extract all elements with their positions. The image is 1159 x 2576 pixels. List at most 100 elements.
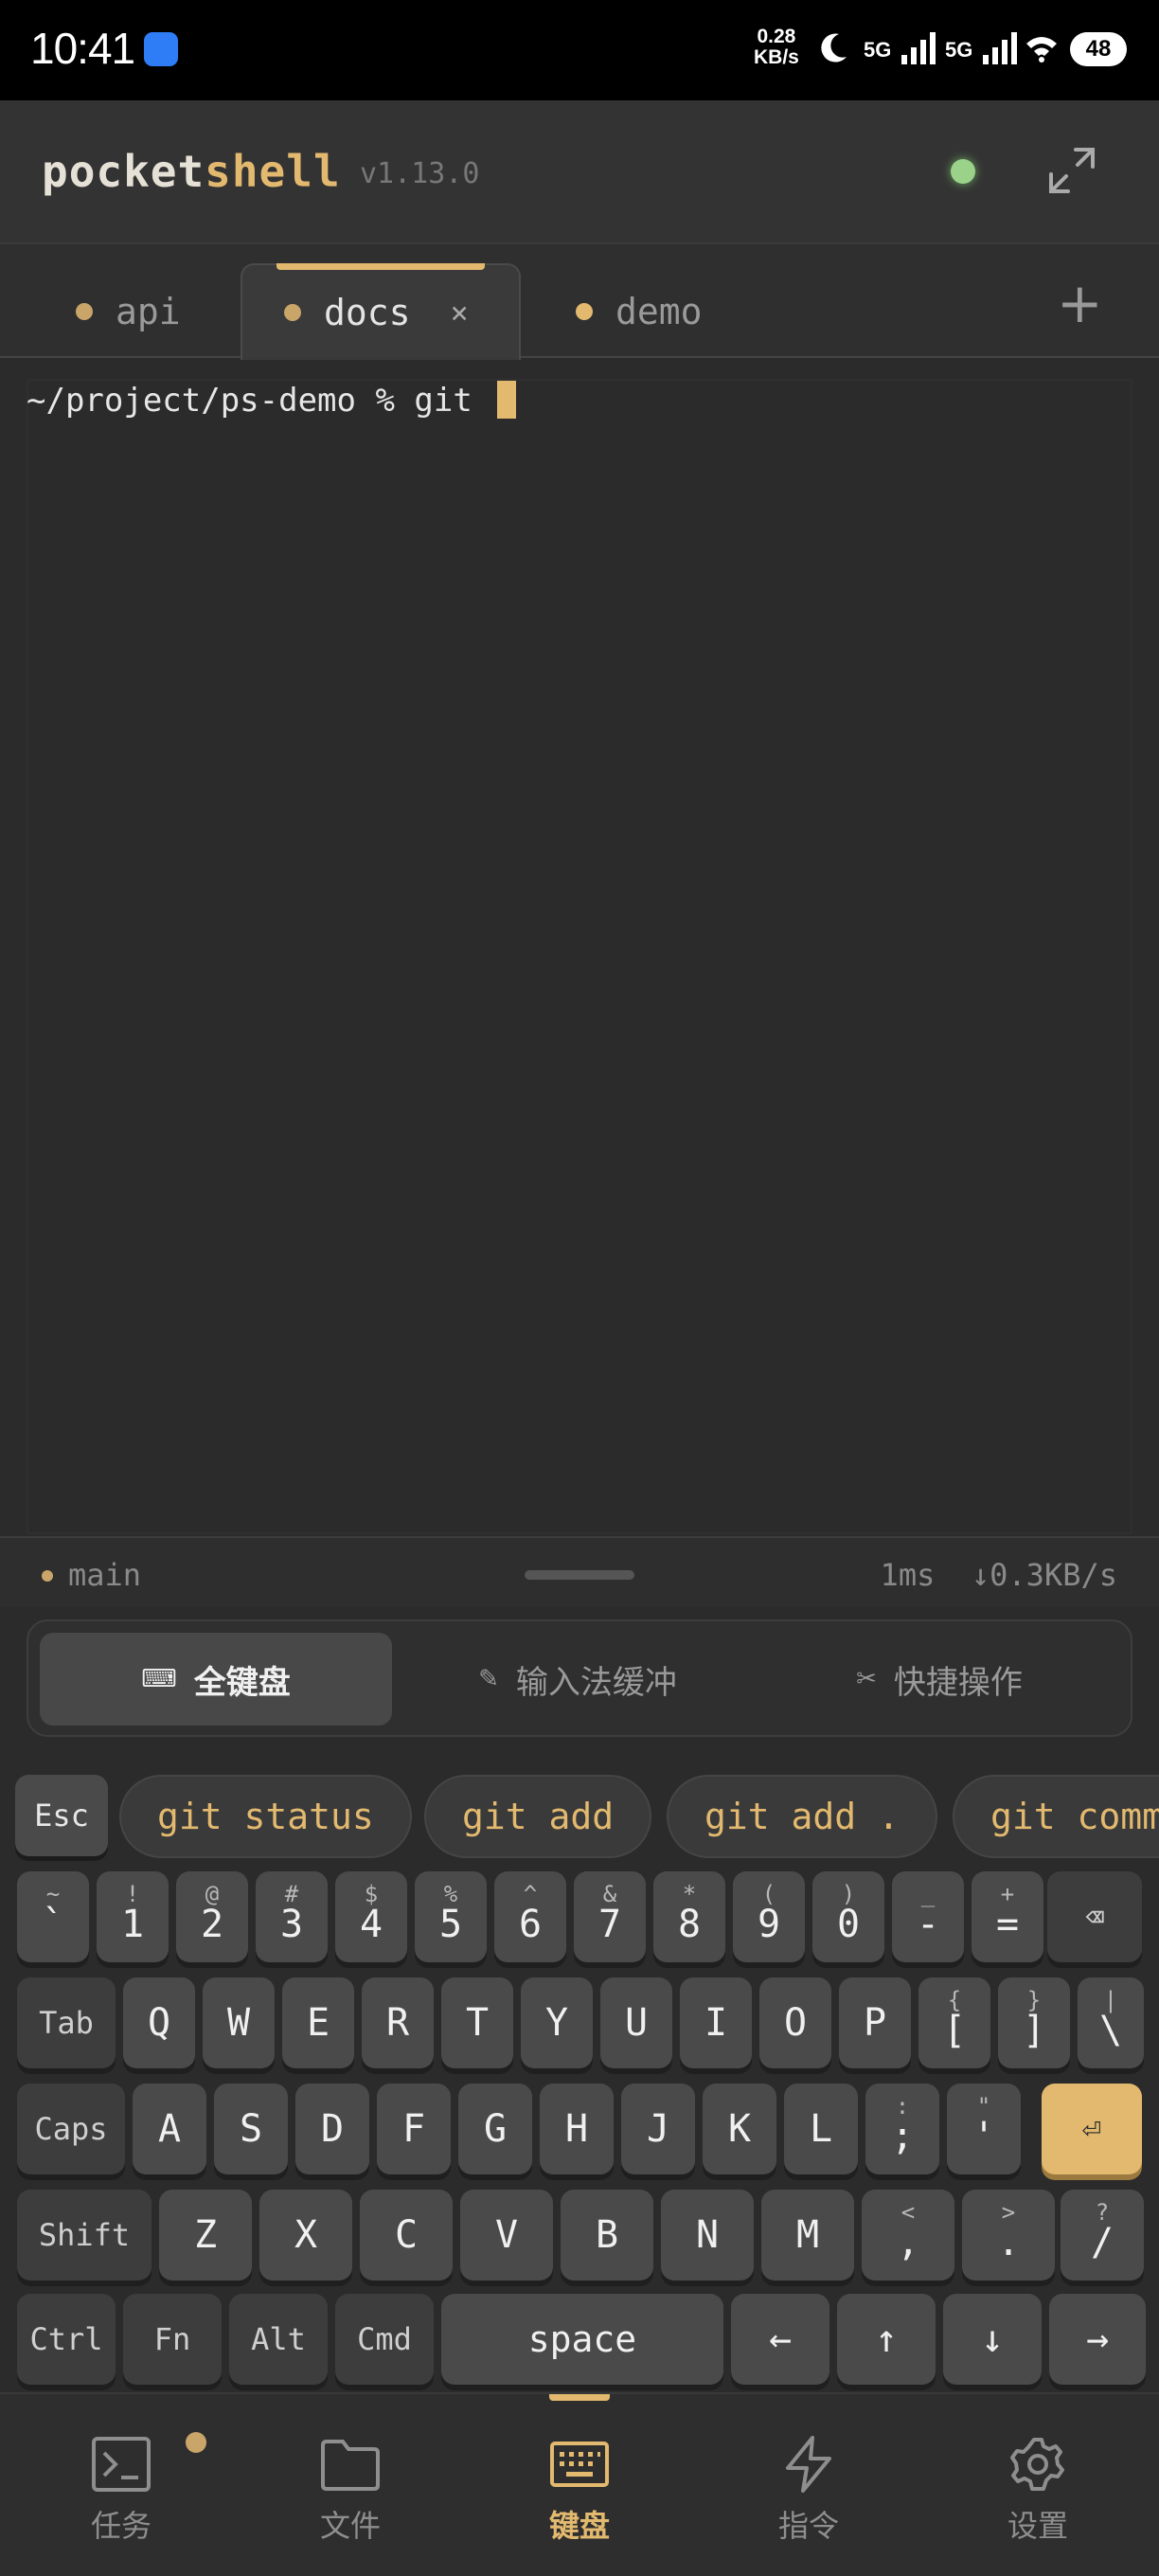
- key-w[interactable]: W: [203, 1977, 275, 2068]
- key-quote[interactable]: " ': [947, 2084, 1021, 2174]
- key-k[interactable]: K: [703, 2084, 776, 2174]
- key-label: -: [916, 1903, 940, 1946]
- key-label: S: [239, 2107, 263, 2151]
- key-label: I: [704, 2001, 728, 2045]
- key-0[interactable]: ) 0: [812, 1871, 884, 1962]
- key-label: Z: [193, 2213, 218, 2257]
- bottom-navigation: 任务 文件 键盘 指令 设置: [0, 2392, 1159, 2576]
- expand-icon[interactable]: [1045, 144, 1098, 197]
- mode-full-keyboard[interactable]: ⌨ 全键盘: [40, 1633, 392, 1726]
- key-v[interactable]: V: [460, 2190, 553, 2281]
- key-c[interactable]: C: [360, 2190, 453, 2281]
- key-backslash[interactable]: | \: [1078, 1977, 1144, 2068]
- key-9[interactable]: (9: [733, 1871, 805, 1962]
- key-o[interactable]: O: [759, 1977, 831, 2068]
- add-tab-button[interactable]: +: [1057, 271, 1103, 335]
- nav-keyboard[interactable]: 键盘: [464, 2394, 695, 2576]
- key-tab[interactable]: Tab: [17, 1977, 116, 2068]
- key-alt[interactable]: Alt: [229, 2294, 328, 2385]
- key-label: 3: [279, 1903, 304, 1946]
- scissors-icon: ✂: [856, 1665, 877, 1693]
- quick-command-chip[interactable]: git comm: [953, 1775, 1159, 1858]
- key-z[interactable]: Z: [159, 2190, 252, 2281]
- key-j[interactable]: J: [621, 2084, 695, 2174]
- key-3[interactable]: #3: [256, 1871, 328, 1962]
- key-8[interactable]: * 8: [653, 1871, 725, 1962]
- key-caps[interactable]: Caps: [17, 2084, 125, 2174]
- quick-command-chip[interactable]: git add .: [667, 1775, 937, 1858]
- key-backspace[interactable]: ⌫: [1047, 1871, 1142, 1962]
- key-backtick[interactable]: ~ `: [17, 1871, 89, 1962]
- key-bracket-right[interactable]: }]: [998, 1977, 1070, 2068]
- key-slash[interactable]: ? /: [1061, 2190, 1144, 2281]
- tab-api[interactable]: api: [45, 263, 216, 360]
- key-semicolon[interactable]: :;: [865, 2084, 939, 2174]
- session-tabs: api docs × demo +: [0, 242, 1159, 360]
- quick-command-chip[interactable]: git add: [424, 1775, 652, 1858]
- key-h[interactable]: H: [540, 2084, 614, 2174]
- key-l[interactable]: L: [784, 2084, 858, 2174]
- resize-handle[interactable]: [525, 1570, 634, 1580]
- tab-docs[interactable]: docs ×: [241, 263, 521, 360]
- key-arrow-right[interactable]: →: [1049, 2294, 1146, 2385]
- key-a[interactable]: A: [133, 2084, 206, 2174]
- key-d[interactable]: D: [295, 2084, 369, 2174]
- quick-command-chip[interactable]: git status: [119, 1775, 412, 1858]
- key-arrow-left[interactable]: ←: [731, 2294, 829, 2385]
- nav-settings[interactable]: 设置: [922, 2394, 1153, 2576]
- key-b[interactable]: B: [561, 2190, 653, 2281]
- tab-demo[interactable]: demo: [549, 263, 758, 360]
- key-enter[interactable]: ⏎: [1042, 2084, 1142, 2174]
- terminal-output[interactable]: ~/project/ps-demo % git: [0, 360, 1159, 1534]
- key-ctrl[interactable]: Ctrl: [17, 2294, 116, 2385]
- key-u[interactable]: U: [600, 1977, 672, 2068]
- key-label: V: [494, 2213, 519, 2257]
- mode-quick-actions[interactable]: ✂ 快捷操作: [763, 1633, 1115, 1726]
- app-version: v1.13.0: [360, 157, 480, 190]
- key-e[interactable]: E: [282, 1977, 354, 2068]
- key-shift[interactable]: Shift: [17, 2190, 152, 2281]
- key-s[interactable]: S: [214, 2084, 288, 2174]
- key-label: →: [1085, 2317, 1110, 2361]
- key-y[interactable]: Y: [521, 1977, 593, 2068]
- key-r[interactable]: R: [362, 1977, 434, 2068]
- notification-badge: [186, 2432, 206, 2453]
- tab-status-dot: [576, 303, 593, 320]
- key-q[interactable]: Q: [123, 1977, 195, 2068]
- key-g[interactable]: G: [458, 2084, 532, 2174]
- key-p[interactable]: P: [839, 1977, 911, 2068]
- key-label: 1: [120, 1903, 145, 1946]
- key-label: Shift: [38, 2217, 131, 2253]
- key-label: Caps: [34, 2111, 108, 2147]
- key-m[interactable]: M: [761, 2190, 854, 2281]
- key-5[interactable]: % 5: [415, 1871, 487, 1962]
- key-arrow-up[interactable]: ↑: [837, 2294, 936, 2385]
- key-period[interactable]: >.: [962, 2190, 1055, 2281]
- nav-files[interactable]: 文件: [235, 2394, 466, 2576]
- key-x[interactable]: X: [259, 2190, 352, 2281]
- key-arrow-down[interactable]: ↓: [943, 2294, 1042, 2385]
- key-2[interactable]: @2: [176, 1871, 248, 1962]
- key-space[interactable]: space: [441, 2294, 723, 2385]
- esc-key[interactable]: Esc: [15, 1775, 108, 1856]
- close-tab-icon[interactable]: ×: [451, 295, 469, 331]
- key-label: .: [996, 2221, 1021, 2264]
- key-minus[interactable]: _ -: [892, 1871, 964, 1962]
- key-f[interactable]: F: [377, 2084, 451, 2174]
- key-t[interactable]: T: [441, 1977, 513, 2068]
- key-1[interactable]: ! 1: [97, 1871, 169, 1962]
- terminal-icon: [92, 2437, 151, 2492]
- key-equals[interactable]: + =: [972, 1871, 1043, 1962]
- key-4[interactable]: $4: [335, 1871, 407, 1962]
- key-comma[interactable]: <,: [862, 2190, 954, 2281]
- key-n[interactable]: N: [661, 2190, 754, 2281]
- key-cmd[interactable]: Cmd: [335, 2294, 434, 2385]
- key-fn[interactable]: Fn: [123, 2294, 222, 2385]
- key-bracket-left[interactable]: {[: [918, 1977, 990, 2068]
- key-i[interactable]: I: [680, 1977, 752, 2068]
- key-6[interactable]: ^ 6: [494, 1871, 566, 1962]
- nav-commands[interactable]: 指令: [693, 2394, 924, 2576]
- key-7[interactable]: & 7: [574, 1871, 646, 1962]
- nav-tasks[interactable]: 任务: [6, 2394, 237, 2576]
- mode-ime-buffer[interactable]: ✎ 输入法缓冲: [401, 1633, 754, 1726]
